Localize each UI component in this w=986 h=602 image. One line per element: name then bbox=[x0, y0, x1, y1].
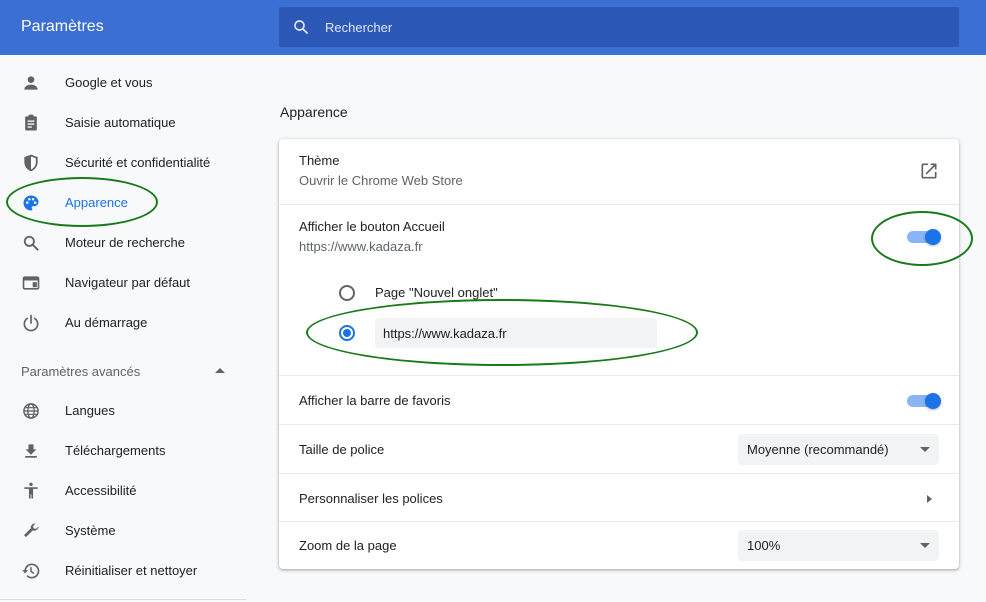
search-box[interactable] bbox=[279, 7, 959, 47]
radio-dot bbox=[343, 329, 351, 337]
caret-up-icon bbox=[215, 368, 225, 373]
dropdown-arrow-icon bbox=[920, 447, 930, 452]
sidebar-item-accessibilite[interactable]: Accessibilité bbox=[0, 470, 246, 510]
dropdown-arrow-icon bbox=[920, 543, 930, 548]
toggle-knob bbox=[925, 393, 941, 409]
sidebar-divider bbox=[0, 599, 246, 600]
sidebar-item-saisie-automatique[interactable]: Saisie automatique bbox=[0, 102, 246, 142]
radio-new-tab[interactable] bbox=[339, 285, 355, 301]
sidebar-item-apparence[interactable]: Apparence bbox=[0, 182, 246, 222]
sidebar-item-label: Moteur de recherche bbox=[65, 235, 185, 250]
custom-url-input[interactable] bbox=[375, 318, 657, 348]
sidebar-item-label: Réinitialiser et nettoyer bbox=[65, 563, 198, 578]
customize-fonts-title: Personnaliser les polices bbox=[299, 491, 443, 506]
font-size-title: Taille de police bbox=[299, 442, 385, 457]
sidebar-item-navigateur-par-defaut[interactable]: Navigateur par défaut bbox=[0, 262, 246, 302]
theme-subtitle: Ouvrir le Chrome Web Store bbox=[299, 173, 463, 188]
radio-new-tab-label: Page "Nouvel onglet" bbox=[375, 285, 498, 300]
sidebar-item-label: Navigateur par défaut bbox=[65, 275, 191, 290]
radio-custom-url[interactable] bbox=[339, 325, 355, 341]
page-zoom-title: Zoom de la page bbox=[299, 538, 397, 553]
font-size-select[interactable]: Moyenne (recommandé) bbox=[738, 434, 939, 465]
browser-icon bbox=[22, 276, 40, 290]
toggle-knob bbox=[925, 229, 941, 245]
page-zoom-row: Zoom de la page 100% bbox=[279, 521, 959, 569]
wrench-icon bbox=[24, 523, 39, 538]
page-zoom-value: 100% bbox=[747, 538, 781, 553]
sidebar-item-reinitialiser[interactable]: Réinitialiser et nettoyer bbox=[0, 550, 246, 590]
bookmarks-bar-toggle[interactable] bbox=[907, 392, 941, 409]
power-icon bbox=[23, 314, 39, 332]
sidebar-item-label: Sécurité et confidentialité bbox=[65, 155, 211, 170]
advanced-settings-toggle[interactable]: Paramètres avancés bbox=[0, 362, 246, 382]
font-size-value: Moyenne (recommandé) bbox=[747, 442, 889, 457]
theme-title: Thème bbox=[299, 153, 340, 168]
sidebar-item-label: Apparence bbox=[65, 195, 128, 210]
top-bar: Paramètres bbox=[0, 0, 986, 55]
theme-row[interactable]: Thème Ouvrir le Chrome Web Store bbox=[279, 139, 959, 204]
customize-fonts-row[interactable]: Personnaliser les polices bbox=[279, 473, 959, 521]
appearance-card: Thème Ouvrir le Chrome Web Store Affiche… bbox=[279, 139, 959, 569]
clipboard-icon bbox=[25, 114, 37, 131]
sidebar-item-label: Au démarrage bbox=[65, 315, 148, 330]
search-input[interactable] bbox=[325, 7, 925, 47]
open-external-icon[interactable] bbox=[919, 161, 939, 181]
bookmarks-bar-title: Afficher la barre de favoris bbox=[299, 393, 451, 408]
home-button-title: Afficher le bouton Accueil bbox=[299, 219, 445, 234]
person-icon bbox=[24, 76, 38, 90]
download-icon bbox=[25, 444, 37, 458]
search-icon bbox=[294, 20, 308, 34]
sidebar-item-label: Langues bbox=[65, 403, 115, 418]
app-title: Paramètres bbox=[21, 18, 104, 35]
font-size-row: Taille de police Moyenne (recommandé) bbox=[279, 424, 959, 473]
shield-icon bbox=[24, 154, 38, 172]
home-button-subtitle: https://www.kadaza.fr bbox=[299, 239, 423, 254]
sidebar-item-google-et-vous[interactable]: Google et vous bbox=[0, 62, 246, 102]
sidebar-item-label: Saisie automatique bbox=[65, 115, 176, 130]
restore-icon bbox=[22, 563, 40, 579]
sidebar-item-telechargements[interactable]: Téléchargements bbox=[0, 430, 246, 470]
sidebar-item-systeme[interactable]: Système bbox=[0, 510, 246, 550]
accessibility-icon bbox=[24, 482, 38, 499]
bookmarks-bar-row[interactable]: Afficher la barre de favoris bbox=[279, 375, 959, 424]
sidebar-item-label: Système bbox=[65, 523, 116, 538]
sidebar-item-label: Google et vous bbox=[65, 75, 153, 90]
sidebar-item-label: Téléchargements bbox=[65, 443, 166, 458]
chevron-right-icon bbox=[927, 495, 932, 503]
search-icon bbox=[23, 235, 39, 251]
page-zoom-select[interactable]: 100% bbox=[738, 530, 939, 561]
sidebar-item-label: Accessibilité bbox=[65, 483, 137, 498]
section-title: Apparence bbox=[280, 104, 348, 120]
sidebar-item-au-demarrage[interactable]: Au démarrage bbox=[0, 302, 246, 342]
globe-icon bbox=[23, 403, 39, 419]
home-button-toggle[interactable] bbox=[907, 228, 941, 245]
sidebar-item-langues[interactable]: Langues bbox=[0, 390, 246, 430]
sidebar-item-moteur-de-recherche[interactable]: Moteur de recherche bbox=[0, 222, 246, 262]
advanced-settings-label: Paramètres avancés bbox=[21, 364, 141, 379]
sidebar-item-securite[interactable]: Sécurité et confidentialité bbox=[0, 142, 246, 182]
palette-icon bbox=[23, 195, 39, 211]
home-button-row: Afficher le bouton Accueil https://www.k… bbox=[279, 204, 959, 375]
